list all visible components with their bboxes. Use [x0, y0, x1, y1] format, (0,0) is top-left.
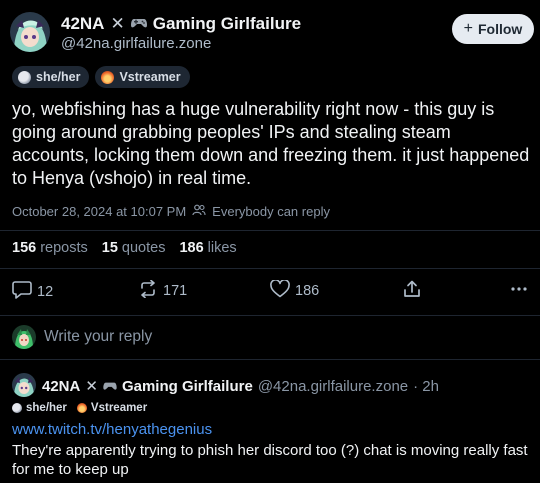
likes-count: 186: [179, 240, 204, 256]
divider: [0, 315, 540, 316]
author-name-part1: 42NA: [61, 14, 105, 33]
post-timestamp[interactable]: October 28, 2024 at 10:07 PM: [12, 204, 186, 219]
reply-author-name-part2: Gaming Girlfailure: [121, 377, 253, 395]
divider: [0, 359, 540, 360]
flame-icon: [101, 70, 115, 84]
reply-author-line[interactable]: 42NA ✕ Gaming Girlfailure @42na.girlfail…: [42, 377, 439, 396]
reposts-stat[interactable]: 156 reposts: [12, 240, 88, 256]
quotes-label: quotes: [121, 240, 166, 256]
reply-time[interactable]: · 2h: [413, 378, 439, 395]
repost-count: 171: [163, 283, 188, 299]
follow-button[interactable]: + Follow: [452, 14, 534, 44]
like-button[interactable]: 186: [270, 279, 320, 302]
badge-label: she/her: [36, 70, 81, 84]
post-text: yo, webfishing has a huge vulnerability …: [12, 99, 530, 188]
reply-author-handle: @42na.girlfailure.zone: [257, 377, 409, 395]
moon-icon: [18, 70, 31, 84]
reply-visibility: Everybody can reply: [212, 204, 330, 219]
reply-link[interactable]: www.twitch.tv/henyathegenius: [12, 421, 212, 438]
likes-stat[interactable]: 186 likes: [179, 240, 236, 256]
like-count: 186: [295, 283, 320, 299]
reply-input-placeholder[interactable]: Write your reply: [44, 328, 152, 346]
reply-author-name-part1: 42NA: [42, 377, 81, 395]
author-avatar[interactable]: [10, 12, 50, 52]
moon-icon: [12, 403, 22, 413]
reply-button[interactable]: 12: [12, 280, 53, 303]
divider: [0, 230, 540, 231]
badge-vstreamer[interactable]: Vstreamer: [95, 66, 190, 88]
author-name-part2: Gaming Girlfailure: [152, 14, 302, 33]
post-stats: 156 reposts 15 quotes 186 likes: [12, 240, 237, 256]
crossed-swords-icon: ✕: [110, 14, 125, 33]
divider: [0, 268, 540, 269]
reply-text: They're apparently trying to phish her d…: [12, 442, 528, 478]
badge-pronouns[interactable]: she/her: [12, 402, 67, 414]
gamepad-icon: [130, 14, 147, 34]
author-handle[interactable]: @42na.girlfailure.zone: [61, 35, 211, 52]
likes-label: likes: [207, 240, 237, 256]
heart-icon: [270, 279, 290, 302]
quotes-count: 15: [101, 240, 118, 256]
author-display-name[interactable]: 42NA ✕ Gaming Girlfailure: [61, 14, 301, 34]
user-avatar: [12, 325, 36, 349]
share-icon: [403, 280, 421, 302]
reply-author-badges: she/her Vstreamer: [12, 402, 147, 414]
share-button[interactable]: [403, 280, 421, 302]
reply-composer[interactable]: Write your reply: [12, 325, 152, 349]
more-options-button[interactable]: [510, 280, 528, 296]
gamepad-icon: [103, 378, 117, 395]
comment-icon: [12, 280, 32, 303]
reposts-count: 156: [12, 240, 37, 256]
follow-label: Follow: [478, 21, 523, 37]
repost-icon: [138, 279, 158, 302]
quotes-stat[interactable]: 15 quotes: [102, 240, 166, 256]
people-icon: [192, 204, 206, 219]
badge-label: Vstreamer: [119, 70, 181, 84]
flame-icon: [76, 403, 87, 413]
reposts-label: reposts: [40, 240, 88, 256]
reply-count: 12: [37, 283, 54, 300]
badge-pronouns[interactable]: she/her: [12, 66, 90, 88]
plus-icon: +: [463, 20, 473, 37]
badge-vstreamer[interactable]: Vstreamer: [76, 402, 148, 414]
author-badges: she/her Vstreamer: [12, 66, 190, 88]
post-meta: October 28, 2024 at 10:07 PM Everybody c…: [12, 204, 330, 219]
crossed-swords-icon: ✕: [85, 378, 98, 395]
badge-label: she/her: [26, 402, 67, 414]
reply-author-avatar[interactable]: [12, 373, 36, 397]
repost-button[interactable]: 171: [138, 279, 188, 302]
ellipsis-icon: [510, 280, 528, 296]
badge-label: Vstreamer: [90, 402, 148, 414]
